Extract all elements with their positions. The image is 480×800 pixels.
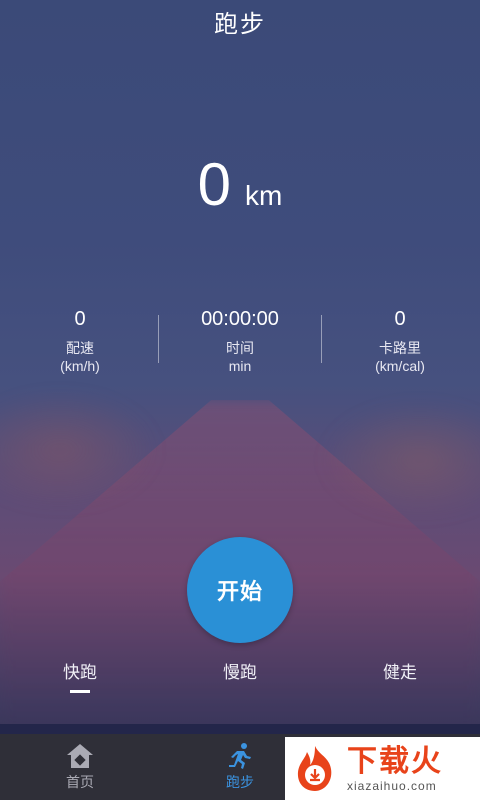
- watermark: 下载火 xiazaihuo.com: [285, 737, 480, 800]
- mode-tab-fast-run[interactable]: 快跑: [0, 658, 160, 693]
- stat-pace: 0 配速 (km/h): [0, 305, 160, 375]
- stats-row: 0 配速 (km/h) 00:00:00 时间 min 0 卡路里 (km/ca…: [0, 305, 480, 375]
- page-title: 跑步: [214, 11, 266, 38]
- stat-time-unit: min: [228, 358, 252, 374]
- home-icon: [67, 744, 93, 768]
- stat-pace-unit: (km/h): [60, 358, 100, 374]
- stats-divider: [158, 315, 159, 363]
- tab-home-label: 首页: [66, 774, 94, 790]
- stats-divider: [321, 315, 322, 363]
- tab-run-label: 跑步: [226, 774, 254, 790]
- start-button[interactable]: 开始: [187, 537, 293, 643]
- stat-pace-label: 配速: [66, 340, 94, 356]
- mode-tabs: 快跑 慢跑 健走: [0, 658, 480, 693]
- watermark-brand: 下载火: [347, 743, 443, 779]
- runner-icon: [229, 743, 251, 769]
- stat-pace-value: 0: [74, 308, 86, 330]
- distance-value: 0: [197, 151, 232, 218]
- mode-tab-walk[interactable]: 健走: [320, 658, 480, 693]
- separator-strip: [0, 724, 480, 734]
- stat-calories-unit: (km/cal): [375, 358, 425, 374]
- stat-calories: 0 卡路里 (km/cal): [320, 305, 480, 375]
- distance-unit: km: [245, 180, 283, 211]
- watermark-text: 下载火 xiazaihuo.com: [347, 743, 443, 793]
- flame-logo-icon: [297, 745, 332, 791]
- mode-tab-slow-run[interactable]: 慢跑: [160, 658, 320, 693]
- stat-time-value: 00:00:00: [201, 308, 279, 330]
- stat-time: 00:00:00 时间 min: [160, 305, 320, 375]
- watermark-url: xiazaihuo.com: [347, 778, 437, 793]
- scenery-left: [0, 390, 160, 510]
- running-screen: 跑步 0 km 0 配速 (km/h) 00:00:00 时间 min 0 卡路…: [0, 0, 480, 800]
- stat-calories-label: 卡路里: [379, 340, 421, 356]
- scenery-right: [320, 400, 480, 520]
- distance-readout: 0 km: [0, 150, 480, 219]
- stat-calories-value: 0: [394, 308, 406, 330]
- tab-home[interactable]: 首页: [0, 734, 160, 800]
- stat-time-label: 时间: [226, 340, 254, 356]
